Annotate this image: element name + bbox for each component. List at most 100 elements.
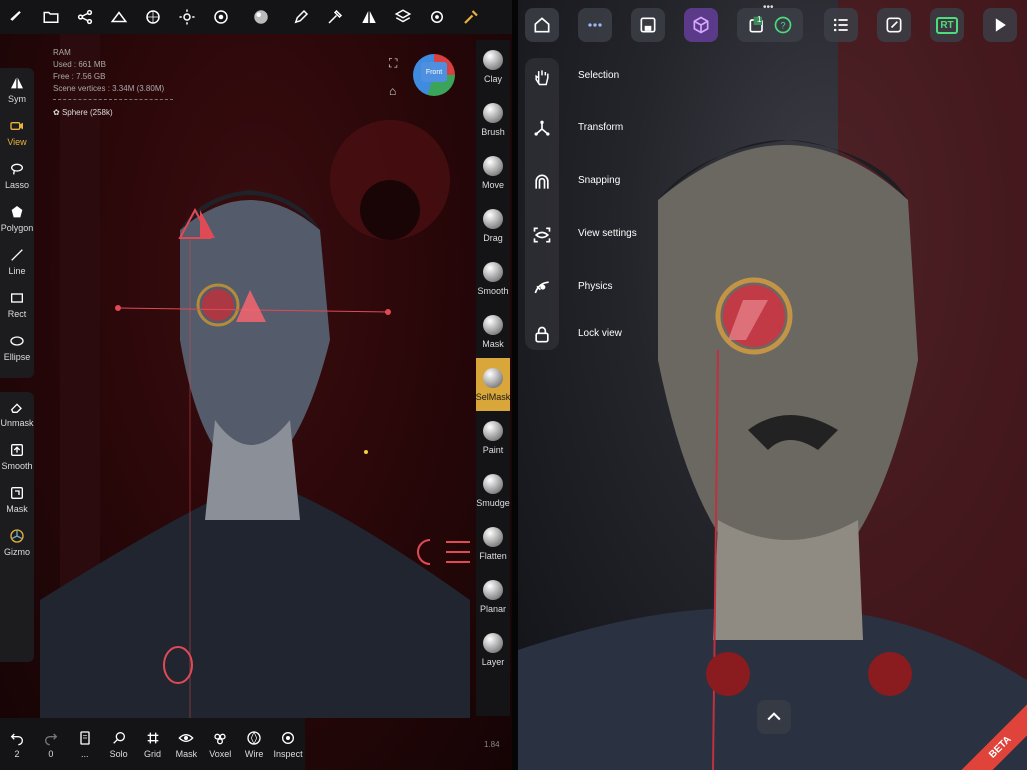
side-transform-button[interactable] bbox=[525, 112, 559, 146]
side-physics-button[interactable] bbox=[525, 271, 559, 305]
bottom-inspect-button[interactable]: Inspect bbox=[271, 718, 305, 770]
tools-icon bbox=[464, 10, 478, 24]
topbar-button-sphere-wire[interactable] bbox=[136, 0, 170, 34]
tool-ellipse[interactable]: Ellipse bbox=[0, 326, 34, 369]
right-side-menu bbox=[525, 58, 559, 350]
rt-button[interactable]: RT bbox=[930, 8, 964, 42]
brush-logo-icon bbox=[10, 11, 21, 21]
topbar-button-layers[interactable] bbox=[386, 0, 420, 34]
save-button[interactable] bbox=[631, 8, 665, 42]
brush-brush[interactable]: Brush bbox=[476, 93, 510, 146]
tool-mask[interactable]: Mask bbox=[0, 478, 34, 521]
bottom-grid-button[interactable]: Grid bbox=[136, 718, 170, 770]
tool-sym[interactable]: Sym bbox=[0, 68, 34, 111]
side-lock-view-button[interactable] bbox=[525, 318, 559, 352]
topbar-button-sun[interactable] bbox=[170, 0, 204, 34]
more-button[interactable] bbox=[578, 8, 612, 42]
edit-button[interactable] bbox=[877, 8, 911, 42]
bottom-label: 2 bbox=[14, 748, 20, 759]
tool-label: View bbox=[7, 137, 27, 147]
tool-polygon[interactable]: Polygon bbox=[0, 197, 34, 240]
help-icon[interactable]: ? bbox=[773, 15, 793, 35]
bottom-undo-button[interactable]: 2 bbox=[0, 718, 34, 770]
side-view-settings-button[interactable] bbox=[525, 218, 559, 252]
expand-button[interactable] bbox=[757, 700, 791, 734]
side-label-snapping[interactable]: Snapping bbox=[578, 175, 620, 186]
voxel-icon bbox=[214, 733, 226, 744]
mask-icon bbox=[11, 487, 23, 499]
brush-layer[interactable]: Layer bbox=[476, 623, 510, 676]
brush-move[interactable]: Move bbox=[476, 146, 510, 199]
outliner-button[interactable] bbox=[824, 8, 858, 42]
symmetry-icon bbox=[11, 77, 23, 89]
brush-planar[interactable]: Planar bbox=[476, 570, 510, 623]
topbar-button-share[interactable] bbox=[68, 0, 102, 34]
side-label-lock-view[interactable]: Lock view bbox=[578, 328, 622, 339]
brush-selmask[interactable]: SelMask bbox=[476, 358, 510, 411]
home-button[interactable] bbox=[525, 8, 559, 42]
bottom-label: Inspect bbox=[273, 748, 303, 759]
side-label-selection[interactable]: Selection bbox=[578, 70, 619, 81]
object-button[interactable] bbox=[684, 8, 718, 42]
side-label-physics[interactable]: Physics bbox=[578, 281, 612, 292]
bottom-voxel-button[interactable]: Voxel bbox=[203, 718, 237, 770]
doc-icon bbox=[80, 730, 90, 745]
brush-mask[interactable]: Mask bbox=[476, 305, 510, 358]
view-cube[interactable]: Front bbox=[413, 54, 455, 96]
scene-info: RAM Used : 661 MB Free : 7.56 GB Scene v… bbox=[53, 47, 173, 100]
play-button[interactable] bbox=[983, 8, 1017, 42]
sun-icon bbox=[179, 9, 195, 25]
bottom-label: ... bbox=[80, 748, 89, 759]
tool-label: Rect bbox=[7, 309, 27, 319]
tool-gizmo[interactable]: Gizmo bbox=[0, 521, 34, 564]
brush-label: Brush bbox=[481, 126, 505, 137]
fullscreen-icon[interactable]: ⛶ bbox=[389, 56, 397, 71]
side-label-transform[interactable]: Transform bbox=[578, 122, 623, 133]
brush-smudge[interactable]: Smudge bbox=[476, 464, 510, 517]
tool-view[interactable]: View bbox=[0, 111, 34, 154]
inspect-icon bbox=[282, 731, 295, 744]
topbar-button-symmetry[interactable] bbox=[352, 0, 386, 34]
tool-lasso[interactable]: Lasso bbox=[0, 154, 34, 197]
topbar-button-pen[interactable] bbox=[284, 0, 318, 34]
mesh-label[interactable]: ✿ Sphere (258k) bbox=[53, 108, 113, 117]
tool-rect[interactable]: Rect bbox=[0, 283, 34, 326]
tool-unmask[interactable]: Unmask bbox=[0, 392, 34, 435]
brush-drag[interactable]: Drag bbox=[476, 199, 510, 252]
side-selection-button[interactable] bbox=[525, 60, 559, 94]
side-snapping-button[interactable] bbox=[525, 165, 559, 199]
layers-help-button[interactable]: 1 ? bbox=[737, 8, 803, 42]
side-label-view-settings[interactable]: View settings bbox=[578, 228, 637, 239]
bottom-doc-button[interactable]: ... bbox=[68, 718, 102, 770]
tool-line[interactable]: Line bbox=[0, 240, 34, 283]
home-icon[interactable]: ⌂ bbox=[389, 84, 396, 98]
brush-sphere-icon bbox=[483, 632, 503, 653]
topbar-button-matcap[interactable] bbox=[244, 0, 278, 34]
brush-sphere-icon bbox=[483, 261, 503, 282]
topbar-button-tools[interactable] bbox=[454, 0, 488, 34]
topbar-button-settings[interactable] bbox=[420, 0, 454, 34]
topbar-button-brush-logo[interactable] bbox=[0, 0, 34, 34]
mesh-name: Sphere (258k) bbox=[61, 108, 113, 117]
topbar-button-material[interactable] bbox=[204, 0, 238, 34]
view-cube-face[interactable]: Front bbox=[421, 62, 447, 82]
brush-paint[interactable]: Paint bbox=[476, 411, 510, 464]
bottom-eye-button[interactable]: Mask bbox=[169, 718, 203, 770]
bottom-label: Mask bbox=[175, 748, 198, 759]
brush-flatten[interactable]: Flatten bbox=[476, 517, 510, 570]
topbar-button-stroke[interactable] bbox=[318, 0, 352, 34]
render-viewport[interactable] bbox=[518, 0, 1027, 770]
brush-label: Flatten bbox=[479, 550, 507, 561]
bottom-wire-button[interactable]: Wire bbox=[237, 718, 271, 770]
bottom-search-button[interactable]: Solo bbox=[102, 718, 136, 770]
bottom-redo-button[interactable]: 0 bbox=[34, 718, 68, 770]
topbar-button-folder[interactable] bbox=[34, 0, 68, 34]
viewport-model[interactable] bbox=[0, 34, 512, 718]
edit-icon bbox=[886, 17, 902, 33]
brush-smooth[interactable]: Smooth bbox=[476, 252, 510, 305]
symmetry-icon bbox=[362, 11, 376, 23]
tool-smooth[interactable]: Smooth bbox=[0, 435, 34, 478]
topbar-button-scene[interactable] bbox=[102, 0, 136, 34]
line-icon bbox=[11, 249, 23, 261]
brush-clay[interactable]: Clay bbox=[476, 40, 510, 93]
